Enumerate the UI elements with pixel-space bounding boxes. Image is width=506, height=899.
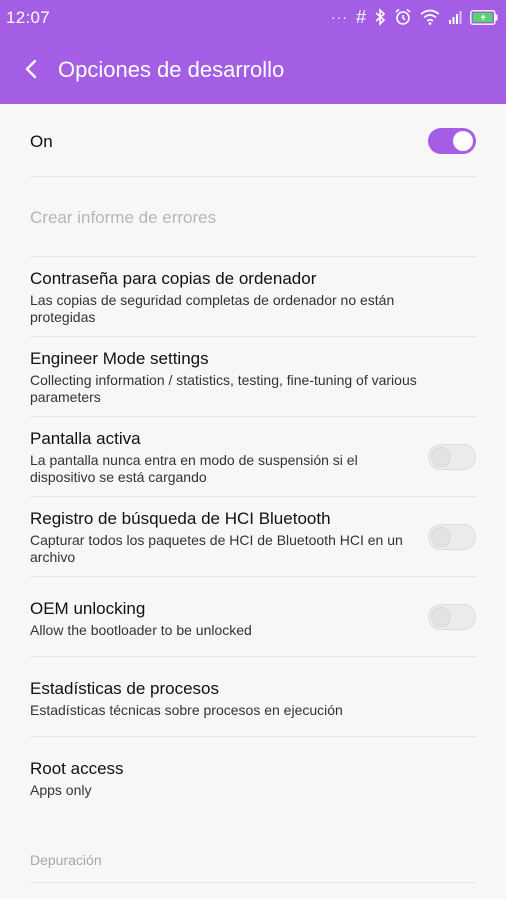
root-access-item[interactable]: Root access Apps only [0, 737, 506, 817]
process-stats-title: Estadísticas de procesos [30, 679, 219, 698]
bluetooth-icon [375, 8, 386, 26]
status-icons: ··· # [331, 7, 498, 27]
stay-awake-switch[interactable] [428, 444, 476, 470]
divider [30, 882, 476, 883]
bug-report-item: Crear informe de errores [0, 177, 506, 257]
debugging-section: Depuración [0, 817, 506, 883]
backup-password-title: Contraseña para copias de ordenador [30, 269, 317, 288]
engineer-mode-subtitle: Collecting information / statistics, tes… [30, 372, 417, 405]
stay-awake-title: Pantalla activa [30, 429, 141, 448]
wifi-icon [420, 9, 440, 25]
status-bar: 12:07 ··· # [0, 0, 506, 35]
battery-charging-icon [470, 9, 498, 25]
overflow-dots-icon: ··· [330, 9, 348, 25]
oem-unlocking-item[interactable]: OEM unlocking Allow the bootloader to be… [0, 577, 506, 657]
master-toggle-label: On [30, 132, 53, 151]
section-header: Depuración [30, 852, 102, 868]
toggle-knob [431, 607, 451, 627]
hci-snoop-title: Registro de búsqueda de HCI Bluetooth [30, 509, 331, 528]
root-access-subtitle: Apps only [30, 782, 92, 798]
master-toggle-row[interactable]: On [0, 104, 506, 177]
master-toggle-switch[interactable] [428, 128, 476, 154]
status-time: 12:07 [6, 8, 51, 27]
root-access-title: Root access [30, 759, 124, 778]
toggle-knob [453, 131, 473, 151]
stay-awake-item[interactable]: Pantalla activa La pantalla nunca entra … [0, 417, 506, 497]
page-title: Opciones de desarrollo [58, 57, 285, 82]
back-arrow-icon[interactable] [18, 55, 46, 83]
oem-unlocking-title: OEM unlocking [30, 599, 146, 618]
process-stats-item[interactable]: Estadísticas de procesos Estadísticas té… [0, 657, 506, 737]
signal-icon [449, 11, 462, 24]
hci-snoop-subtitle: Capturar todos los paquetes de HCI de Bl… [30, 532, 403, 565]
toggle-knob [431, 527, 451, 547]
engineer-mode-item[interactable]: Engineer Mode settings Collecting inform… [0, 337, 506, 417]
toggle-knob [431, 447, 451, 467]
backup-password-subtitle: Las copias de seguridad completas de ord… [30, 292, 395, 325]
bug-report-label: Crear informe de errores [30, 208, 217, 227]
hash-icon: # [355, 7, 366, 27]
hci-snoop-switch[interactable] [428, 524, 476, 550]
oem-unlocking-switch[interactable] [428, 604, 476, 630]
engineer-mode-title: Engineer Mode settings [30, 349, 209, 368]
backup-password-item[interactable]: Contraseña para copias de ordenador Las … [0, 257, 506, 337]
process-stats-subtitle: Estadísticas técnicas sobre procesos en … [30, 702, 343, 718]
alarm-icon [395, 8, 411, 25]
app-bar: Opciones de desarrollo [0, 35, 506, 104]
oem-unlocking-subtitle: Allow the bootloader to be unlocked [30, 622, 252, 638]
hci-snoop-item[interactable]: Registro de búsqueda de HCI Bluetooth Ca… [0, 497, 506, 577]
stay-awake-subtitle: La pantalla nunca entra en modo de suspe… [30, 452, 358, 485]
